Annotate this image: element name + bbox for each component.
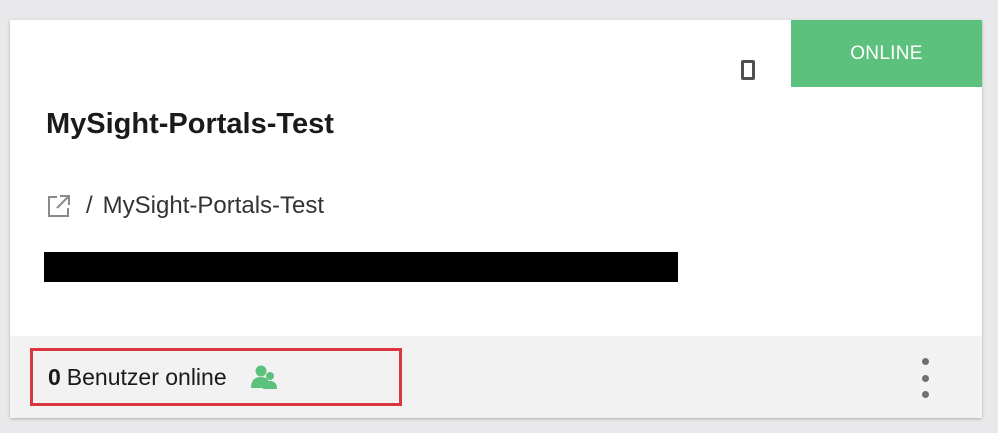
- link-path[interactable]: MySight-Portals-Test: [103, 192, 324, 220]
- users-icon: [249, 364, 279, 390]
- portal-title: MySight-Portals-Test: [46, 108, 334, 140]
- more-dot: [921, 391, 929, 398]
- portal-card: ONLINE MySight-Portals-Test / MySight-Po…: [10, 20, 982, 418]
- mobile-device-icon: [741, 60, 755, 80]
- more-dot: [921, 374, 929, 382]
- link-separator: /: [86, 192, 93, 219]
- more-menu-button[interactable]: [914, 358, 936, 398]
- more-dot: [921, 358, 929, 365]
- redacted-text: [44, 252, 678, 282]
- users-label: Benutzer online: [66, 363, 227, 390]
- external-link-icon[interactable]: [46, 193, 72, 219]
- card-footer: 0 Benutzer online: [10, 336, 982, 418]
- portal-link[interactable]: / MySight-Portals-Test: [46, 190, 324, 222]
- users-online-indicator[interactable]: 0 Benutzer online: [30, 348, 402, 406]
- status-badge: ONLINE: [791, 20, 982, 87]
- card-main: ONLINE MySight-Portals-Test / MySight-Po…: [10, 20, 982, 336]
- users-count: 0: [48, 363, 61, 390]
